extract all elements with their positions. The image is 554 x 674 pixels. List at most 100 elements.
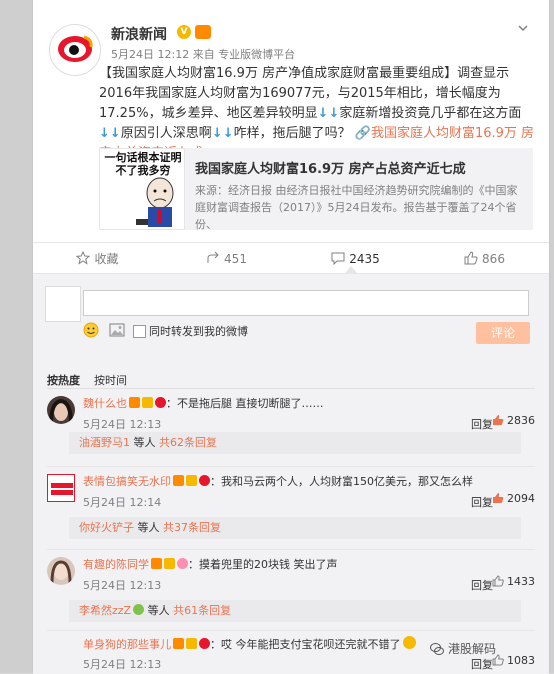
- avatar-photo-icon: [50, 560, 72, 584]
- comment-like-count: 2836: [507, 414, 535, 427]
- reply-count[interactable]: 共61条回复: [173, 604, 231, 617]
- thumbs-up-icon: [493, 415, 504, 425]
- shared-article-card[interactable]: 一句话根本证明不了我多穷 我国家庭人均财富16.9万 房产占总资产近七成 来源：…: [99, 148, 533, 231]
- star-icon: [76, 251, 91, 265]
- member-badge-icon: [155, 397, 166, 408]
- commenter-avatar[interactable]: [47, 474, 75, 502]
- repost-icon: [207, 251, 219, 263]
- down-arrow-emoji: ↓↓: [211, 126, 234, 141]
- reply-summary-text: 等人: [144, 604, 174, 617]
- chevron-down-icon[interactable]: [517, 22, 529, 34]
- comment-like-button[interactable]: 2094: [492, 492, 535, 505]
- favorite-button[interactable]: 收藏: [33, 243, 162, 275]
- commenter-name[interactable]: 有趣的陈同学: [83, 558, 149, 571]
- thumbs-up-icon: [493, 493, 504, 503]
- page-background-left: [0, 0, 32, 673]
- comment-divider: [47, 466, 535, 467]
- reply-summary[interactable]: 你好火铲子 等人 共37条回复: [69, 517, 521, 539]
- repost-checkbox-label: 同时转发到我的微博: [149, 325, 248, 338]
- down-arrow-emoji: ↓↓: [99, 126, 121, 141]
- comment-divider: [47, 630, 535, 631]
- vip-badge-icon: [195, 25, 211, 39]
- author-name[interactable]: 新浪新闻: [111, 24, 167, 44]
- reply-count[interactable]: 共37条回复: [163, 521, 221, 534]
- comment-text: ：不是拖后腿 直接切断腿了……: [166, 397, 324, 410]
- repost-count: 451: [224, 252, 247, 266]
- comment-input[interactable]: [83, 290, 529, 316]
- comment-like-count: 1433: [507, 575, 535, 588]
- commenter-avatar[interactable]: [47, 396, 75, 424]
- emoji-badge-icon: [133, 604, 145, 615]
- author-avatar[interactable]: [49, 24, 101, 76]
- my-avatar: [45, 286, 81, 322]
- verified-badge-icon: [151, 558, 162, 569]
- comment-like-button[interactable]: 1083: [492, 654, 535, 667]
- verified-badge-icon: V: [177, 25, 191, 39]
- reply-user[interactable]: 李希然zzZ: [79, 604, 131, 617]
- vip-badge-icon: [142, 397, 153, 408]
- submit-comment-button[interactable]: 评论: [476, 322, 530, 344]
- comment-text: ：摸着兜里的20块钱 笑出了声: [188, 558, 338, 571]
- comment-section: 同时转发到我的微博 评论 按热度 按时间 魏什么也 ：不是拖后腿 直接切断腿了…… …: [33, 273, 549, 674]
- cartoon-face-icon: [136, 177, 174, 227]
- thumbs-up-icon: [492, 575, 504, 587]
- heart-badge-icon: [177, 558, 188, 569]
- repost-button[interactable]: 451: [162, 243, 291, 275]
- reply-summary[interactable]: 油酒野马1 等人 共62条回复: [69, 432, 521, 454]
- comment-header: 表情包搞笑无水印 ：我和马云两个人，人均财富150亿美元，那又怎么样: [83, 474, 473, 490]
- like-button[interactable]: 866: [420, 243, 549, 275]
- like-count: 866: [482, 252, 505, 266]
- reply-summary-text: 等人: [130, 436, 159, 449]
- comment-time: 5月24日 12:13: [83, 418, 162, 431]
- comment-like-count: 1083: [507, 654, 535, 667]
- comment-like-count: 2094: [507, 492, 535, 505]
- watermark-text: 港股解码: [448, 642, 497, 656]
- commenter-avatar[interactable]: [47, 636, 75, 664]
- post-text-second: 家庭新增投资竟几乎都在这方面: [339, 106, 522, 121]
- member-badge-icon: [199, 475, 210, 486]
- reply-button[interactable]: 回复: [471, 656, 493, 672]
- comment-count: 2435: [349, 252, 380, 266]
- reply-count[interactable]: 共62条回复: [159, 436, 217, 449]
- link-icon: 🔗: [354, 126, 371, 141]
- post-meta: 5月24日 12:12 来自 专业版微博平台: [111, 48, 296, 61]
- sort-divider: [47, 388, 535, 389]
- commenter-name[interactable]: 魏什么也: [83, 397, 127, 410]
- shared-article-title: 我国家庭人均财富16.9万 房产占总资产近七成: [195, 162, 466, 177]
- image-icon[interactable]: [109, 322, 125, 338]
- vip-badge-icon: [164, 558, 175, 569]
- emoji-icon[interactable]: [83, 322, 99, 338]
- repost-checkbox[interactable]: [133, 325, 146, 338]
- comment-header: 单身狗的那些事儿 ：哎 今年能把支付宝花呗还完就不错了: [83, 636, 416, 653]
- comment-text: ：哎 今年能把支付宝花呗还完就不错了: [210, 638, 401, 651]
- tab-sort-time[interactable]: 按时间: [94, 374, 127, 387]
- reply-user[interactable]: 你好火铲子: [79, 521, 134, 534]
- comment-icon: [331, 252, 345, 265]
- tab-sort-hot[interactable]: 按热度: [47, 374, 80, 387]
- vip-badge-icon: [186, 638, 197, 649]
- reply-summary-text: 等人: [134, 521, 163, 534]
- comment-like-button[interactable]: 1433: [492, 575, 535, 588]
- vip-badge-icon: [186, 475, 197, 486]
- comment-sort-tabs: 按热度 按时间: [47, 372, 141, 388]
- comment-pointer: [345, 266, 357, 273]
- reply-user[interactable]: 油酒野马1: [79, 436, 130, 449]
- comment-header: 魏什么也 ：不是拖后腿 直接切断腿了……: [83, 396, 324, 412]
- comment-divider: [47, 549, 535, 550]
- wechat-watermark: 港股解码: [430, 640, 496, 657]
- brand-avatar-icon: [51, 483, 73, 495]
- verified-badge-icon: [173, 638, 184, 649]
- weibo-post-card: 新浪新闻 V 5月24日 12:12 来自 专业版微博平台 【我国家庭人均财富1…: [32, 0, 550, 674]
- commenter-name[interactable]: 表情包搞笑无水印: [83, 475, 171, 488]
- comment-like-button[interactable]: 2836: [492, 414, 535, 427]
- sina-logo-icon: [58, 35, 93, 62]
- reply-button[interactable]: 回复: [471, 494, 493, 510]
- verified-badge-icon: [173, 475, 184, 486]
- reply-summary[interactable]: 李希然zzZ 等人 共61条回复: [69, 600, 521, 622]
- reply-button[interactable]: 回复: [471, 416, 493, 432]
- commenter-avatar[interactable]: [47, 557, 75, 585]
- down-arrow-emoji: ↓↓: [317, 106, 340, 121]
- commenter-name[interactable]: 单身狗的那些事儿: [83, 638, 171, 651]
- reply-button[interactable]: 回复: [471, 577, 493, 593]
- action-bar: 收藏 451 2435 866: [33, 242, 549, 275]
